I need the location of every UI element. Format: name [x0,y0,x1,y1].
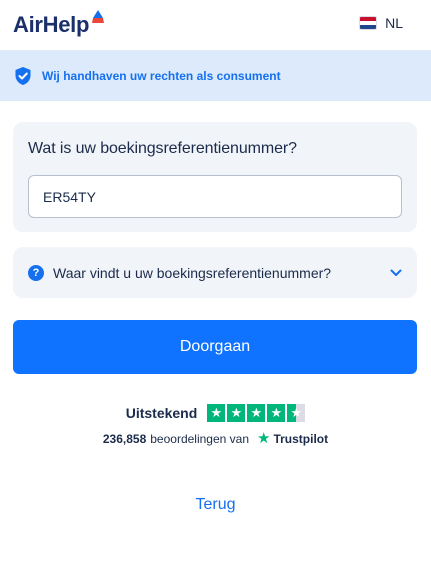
trustpilot-reviews-text: beoordelingen van [150,432,249,446]
booking-reference-help-toggle[interactable]: ? Waar vindt u uw boekingsreferentienumm… [13,247,417,298]
language-label: NL [385,15,403,31]
logo-text: AirHelp [13,12,90,37]
trustpilot-rating-word: Uitstekend [125,405,198,421]
trustpilot-brand-label: Trustpilot [273,432,329,446]
booking-reference-card: Wat is uw boekingsreferentienummer? [13,122,417,232]
airhelp-logo[interactable]: AirHelp [13,10,104,38]
shield-check-icon [15,66,31,85]
trustpilot-review-count: 236,858 [102,432,147,446]
trustpilot-star-icon: ★ [257,430,271,447]
star-icon: ★ [207,404,226,422]
half-star-icon: ★ [287,404,306,422]
chevron-down-icon [390,269,402,276]
logo-mark-icon [92,10,104,23]
back-link[interactable]: Terug [0,496,431,514]
question-circle-icon: ? [28,264,44,281]
consumer-rights-banner: Wij handhaven uw rechten als consument [0,50,431,101]
star-icon: ★ [247,404,266,422]
booking-reference-title: Wat is uw boekingsreferentienummer? [28,140,297,157]
continue-button[interactable]: Doorgaan [13,320,417,374]
trustpilot-stars: ★ ★ ★ ★ ★ [207,404,306,422]
booking-reference-input[interactable] [28,175,402,218]
trustpilot-brand: ★ Trustpilot [257,430,329,447]
header: AirHelp NL [0,0,431,50]
netherlands-flag-icon [359,16,378,30]
trustpilot-widget[interactable]: Uitstekend ★ ★ ★ ★ ★ 236,858 beoordeling… [0,404,431,446]
banner-text: Wij handhaven uw rechten als consument [42,68,281,83]
language-selector[interactable]: NL [359,15,403,31]
star-icon: ★ [227,404,246,422]
star-icon: ★ [267,404,286,422]
help-label: Waar vindt u uw boekingsreferentienummer… [53,264,332,281]
